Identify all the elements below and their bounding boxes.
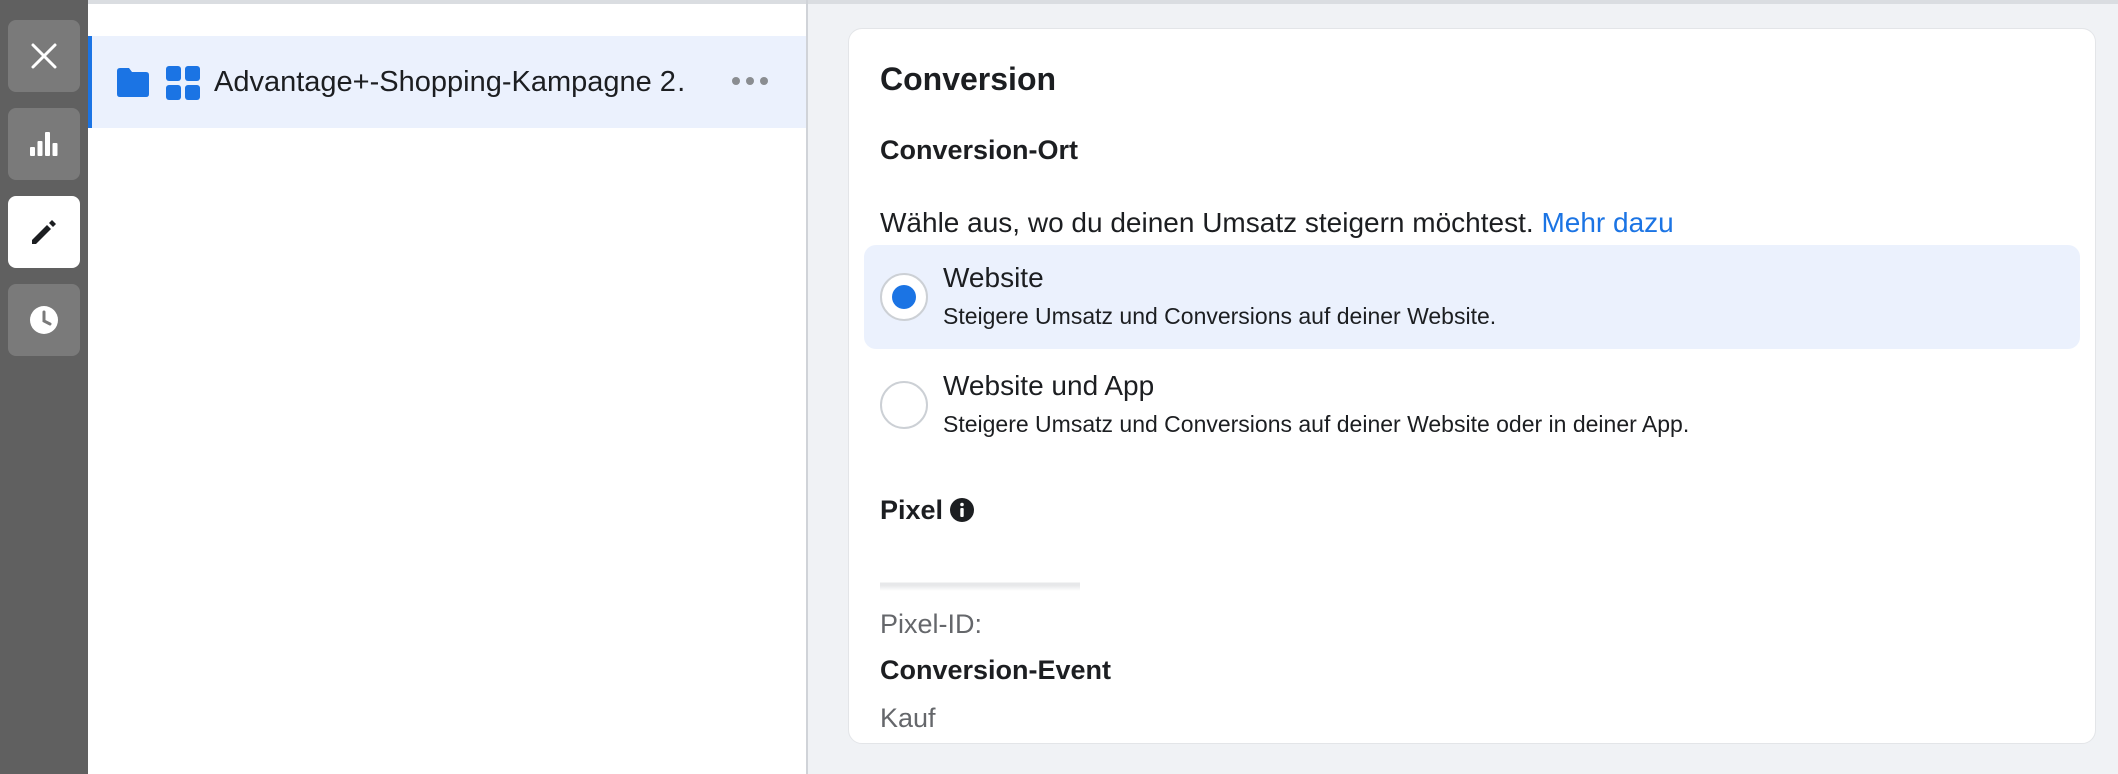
pencil-icon [32, 220, 56, 244]
option-website-and-app[interactable]: Website und App Steigere Umsatz und Conv… [864, 353, 2080, 457]
left-rail [0, 0, 88, 774]
conversion-event-value: Kauf [880, 703, 936, 733]
info-icon[interactable] [949, 497, 975, 523]
folder-icon [117, 68, 149, 97]
history-button[interactable] [8, 284, 80, 356]
option-website[interactable]: Website Steigere Umsatz und Conversions … [864, 245, 2080, 349]
section-title: Conversion [880, 61, 1057, 97]
tree-item-label: Advantage+-Shopping-Kampagne 2… [214, 66, 684, 98]
conversion-card: Conversion Conversion-Ort Wähle aus, wo … [848, 28, 2096, 744]
clock-icon [30, 306, 58, 334]
conversion-location-description: Wähle aus, wo du deinen Umsatz steigern … [880, 207, 1674, 238]
conversion-event-heading: Conversion-Event [880, 655, 1112, 685]
close-button[interactable] [8, 20, 80, 92]
radio-website[interactable] [880, 273, 928, 321]
bar-chart-icon [30, 132, 58, 156]
campaign-tree-panel: Advantage+-Shopping-Kampagne 2… [88, 4, 807, 774]
radio-selected-dot [892, 285, 916, 309]
pixel-heading: Pixel [880, 495, 944, 525]
pixel-name-redacted [880, 577, 1080, 591]
panel-divider[interactable] [806, 0, 808, 774]
more-icon [732, 77, 768, 85]
conversion-location-heading: Conversion-Ort [880, 135, 1079, 165]
tree-item-campaign[interactable]: Advantage+-Shopping-Kampagne 2… [88, 36, 807, 128]
option-description: Steigere Umsatz und Conversions auf dein… [943, 411, 1690, 437]
option-title: Website und App [943, 370, 1155, 401]
learn-more-link[interactable]: Mehr dazu [1541, 207, 1673, 238]
option-description: Steigere Umsatz und Conversions auf dein… [943, 303, 1497, 329]
option-title: Website [943, 262, 1044, 293]
radio-website-and-app[interactable] [880, 381, 928, 429]
reports-button[interactable] [8, 108, 80, 180]
pixel-id-label: Pixel-ID: [880, 609, 983, 639]
edit-button[interactable] [8, 196, 80, 268]
grid-icon [166, 66, 200, 100]
close-icon [31, 43, 57, 69]
more-options-button[interactable] [728, 66, 772, 96]
